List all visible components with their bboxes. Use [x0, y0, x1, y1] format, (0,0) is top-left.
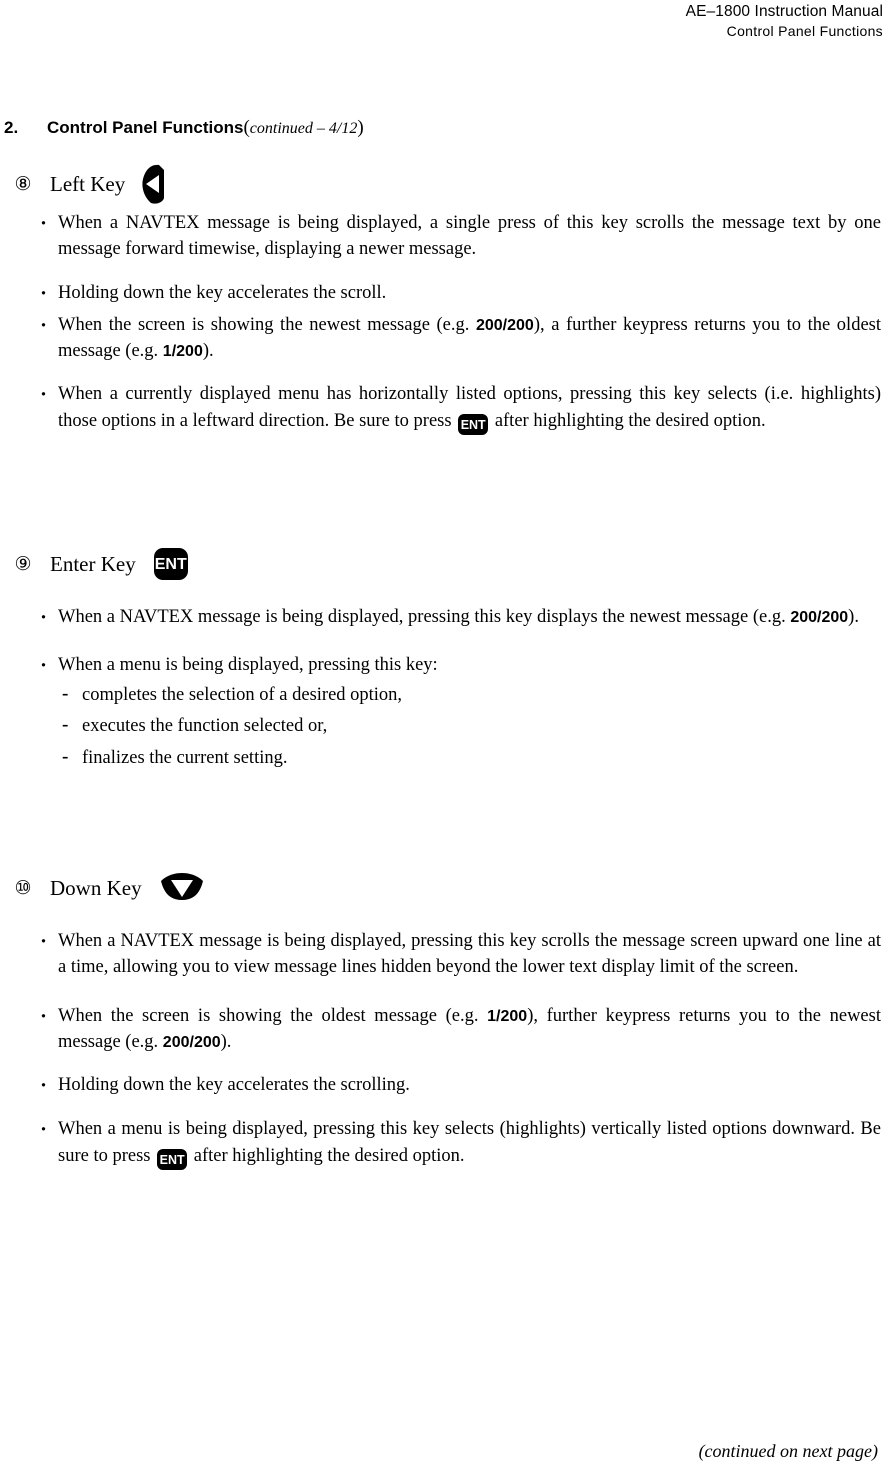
bullet-text-pre: When the screen is showing the oldest me… — [58, 1005, 488, 1026]
footer-continued-note: (continued on next page) — [698, 1441, 878, 1461]
ent-key-icon: ENT — [157, 1148, 188, 1170]
page-header: AE–1800 Instruction Manual Control Panel… — [0, 0, 883, 41]
section-continued-note: continued – 4/12 — [249, 120, 358, 137]
circled-number-8: ⑧ — [14, 173, 32, 195]
key-label-left: Left Key — [50, 171, 126, 196]
ent-key-icon: ENT — [153, 548, 188, 580]
list-item: When a NAVTEX message is being displayed… — [36, 603, 881, 633]
list-item: Holding down the key accelerates the scr… — [36, 279, 881, 309]
list-item: When a menu is being displayed, pressing… — [36, 651, 881, 681]
message-count-value: 200/200 — [790, 609, 849, 626]
bullet-text-post: ). — [848, 607, 859, 627]
section-number: 2. — [4, 118, 19, 137]
bullet-text-post: after highlighting the desired option. — [490, 410, 766, 431]
section-heading: 2. Control Panel Functions(continued – 4/… — [4, 117, 864, 139]
list-item: When a currently displayed menu has hori… — [36, 380, 881, 435]
bullet-text-post: ). — [220, 1031, 232, 1052]
list-item: When a menu is being displayed, pressing… — [36, 1115, 881, 1170]
sub-bullet-text: executes the function selected or, — [82, 716, 328, 737]
key-section-left-key: ⑧ Left Key When a NAVTEX message is bein… — [0, 164, 885, 451]
key-title-row-down: ⑩ Down Key — [0, 872, 885, 904]
left-arrow-key-icon — [139, 164, 167, 204]
list-item: When a NAVTEX message is being displayed… — [36, 209, 881, 263]
sub-bullet-text: finalizes the current setting. — [82, 747, 288, 768]
key-title-row-enter: ⑨ Enter Key ENT — [0, 548, 885, 580]
message-count-value: 1/200 — [162, 343, 203, 361]
page-footer: (continued on next page) — [0, 1441, 878, 1462]
bullet-text: Holding down the key accelerates the scr… — [58, 1075, 410, 1096]
down-arrow-key-icon — [158, 873, 206, 903]
message-count-value: 200/200 — [475, 316, 534, 334]
list-item: completes the selection of a desired opt… — [58, 681, 881, 709]
bullet-text-pre: When the screen is showing the newest me… — [58, 314, 476, 335]
bullet-list-left: When a NAVTEX message is being displayed… — [0, 209, 885, 435]
list-item: executes the function selected or, — [58, 712, 881, 740]
key-label-enter: Enter Key — [50, 551, 136, 576]
list-item: When a NAVTEX message is being displayed… — [36, 927, 881, 981]
section-title: Control Panel Functions — [47, 118, 244, 137]
circled-number-10: ⑩ — [14, 877, 32, 899]
bullet-text: Holding down the key accelerates the scr… — [58, 282, 387, 303]
circled-number-9: ⑨ — [14, 553, 32, 575]
header-section-name: Control Panel Functions — [726, 23, 883, 40]
list-item: finalizes the current setting. — [58, 744, 881, 772]
sub-bullet-text: completes the selection of a desired opt… — [82, 684, 403, 705]
key-section-enter-key: ⑨ Enter Key ENT When a NAVTEX message is… — [0, 548, 885, 777]
bullet-list-enter: When a NAVTEX message is being displayed… — [0, 603, 885, 772]
key-label-down: Down Key — [50, 875, 142, 900]
key-section-down-key: ⑩ Down Key When a NAVTEX message is bein… — [0, 872, 885, 1186]
bullet-list-down: When a NAVTEX message is being displayed… — [0, 927, 885, 1170]
paren-close: ) — [357, 117, 364, 138]
bullet-text-post: ). — [202, 341, 214, 362]
bullet-text: When a menu is being displayed, pressing… — [58, 655, 438, 676]
sub-bullet-list-enter: completes the selection of a desired opt… — [36, 681, 881, 772]
key-title-row-left: ⑧ Left Key — [0, 164, 885, 204]
bullet-text-post: after highlighting the desired option. — [189, 1145, 465, 1166]
list-item: Holding down the key accelerates the scr… — [36, 1071, 881, 1101]
message-count-value: 200/200 — [162, 1033, 221, 1051]
ent-key-icon: ENT — [458, 413, 489, 435]
bullet-text: When a NAVTEX message is being displayed… — [58, 931, 881, 978]
bullet-text: When a NAVTEX message is being displayed… — [58, 213, 881, 260]
manual-title: AE–1800 Instruction Manual — [685, 3, 883, 20]
list-item-continuation: · When the screen is showing the newest … — [36, 311, 881, 365]
list-item: When the screen is showing the oldest me… — [36, 1002, 881, 1056]
bullet-text-pre: When a NAVTEX message is being displayed… — [58, 607, 791, 627]
message-count-value: 1/200 — [487, 1007, 528, 1025]
